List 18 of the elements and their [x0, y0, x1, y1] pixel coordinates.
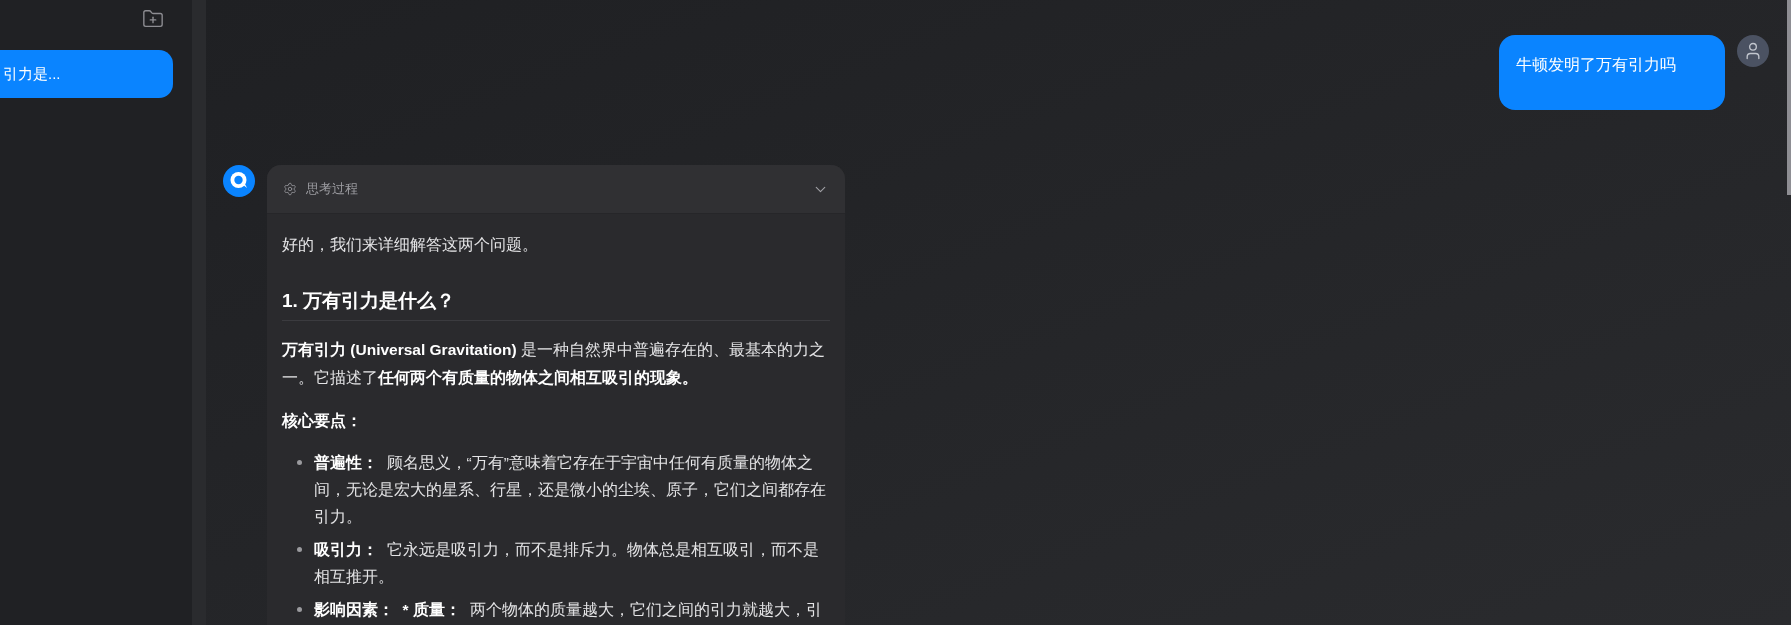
- conversation-item[interactable]: 引力是...: [0, 50, 173, 98]
- new-folder-icon[interactable]: [142, 8, 164, 30]
- gear-icon: [283, 182, 297, 196]
- user-avatar-icon: [1737, 35, 1769, 67]
- bullet-icon: [297, 607, 302, 612]
- chat-logo-icon: [223, 165, 255, 197]
- bullet-icon: [297, 460, 302, 465]
- paragraph-text: 万有引力 (Universal Gravitation) 是一种自然界中普遍存在的、最基本的力之一。它描述了任何两个有质量的物体之间相互吸引的现象。: [282, 340, 826, 388]
- bullet-icon: [297, 547, 302, 552]
- thinking-toggle[interactable]: 思考过程: [267, 165, 845, 214]
- list-item-text: 影响因素： * 质量： 两个物体的质量越大，它们之间的引力就越大，引: [314, 600, 822, 620]
- paragraph-text: 好的，我们来详细解答这两个问题。: [282, 235, 539, 255]
- list-item-text: 普遍性： 顾名思义，“万有”意味着它存在于宇宙中任何有质量的物体之间，无论是宏大的星系、行星，还是微小的尘埃、原子，它们之间都存在引力。: [314, 453, 827, 527]
- scrollbar-thumb[interactable]: [1787, 0, 1791, 195]
- list-item-text: 吸引力： 它永远是吸引力，而不是排斥力。物体总是相互吸引，而不是相互推开。: [314, 540, 820, 587]
- paragraph-text: 核心要点：: [282, 411, 363, 431]
- user-message-bubble: 牛顿发明了万有引力吗: [1499, 35, 1725, 110]
- section-heading: 1. 万有引力是什么？: [282, 286, 830, 321]
